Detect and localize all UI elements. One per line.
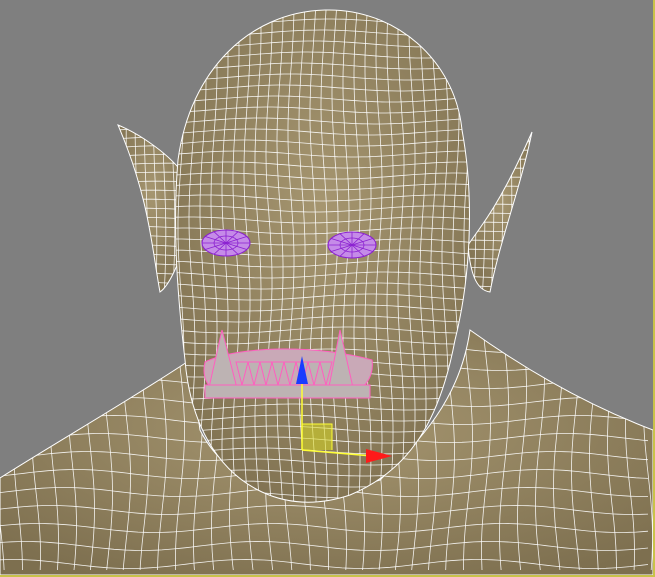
gizmo-xy-plane-handle[interactable] [302, 424, 332, 450]
orc-head-mesh-scene [0, 9, 653, 575]
perspective-viewport[interactable] [0, 0, 655, 577]
right-eye-mesh[interactable] [327, 231, 377, 259]
left-eye-mesh[interactable] [201, 229, 251, 257]
